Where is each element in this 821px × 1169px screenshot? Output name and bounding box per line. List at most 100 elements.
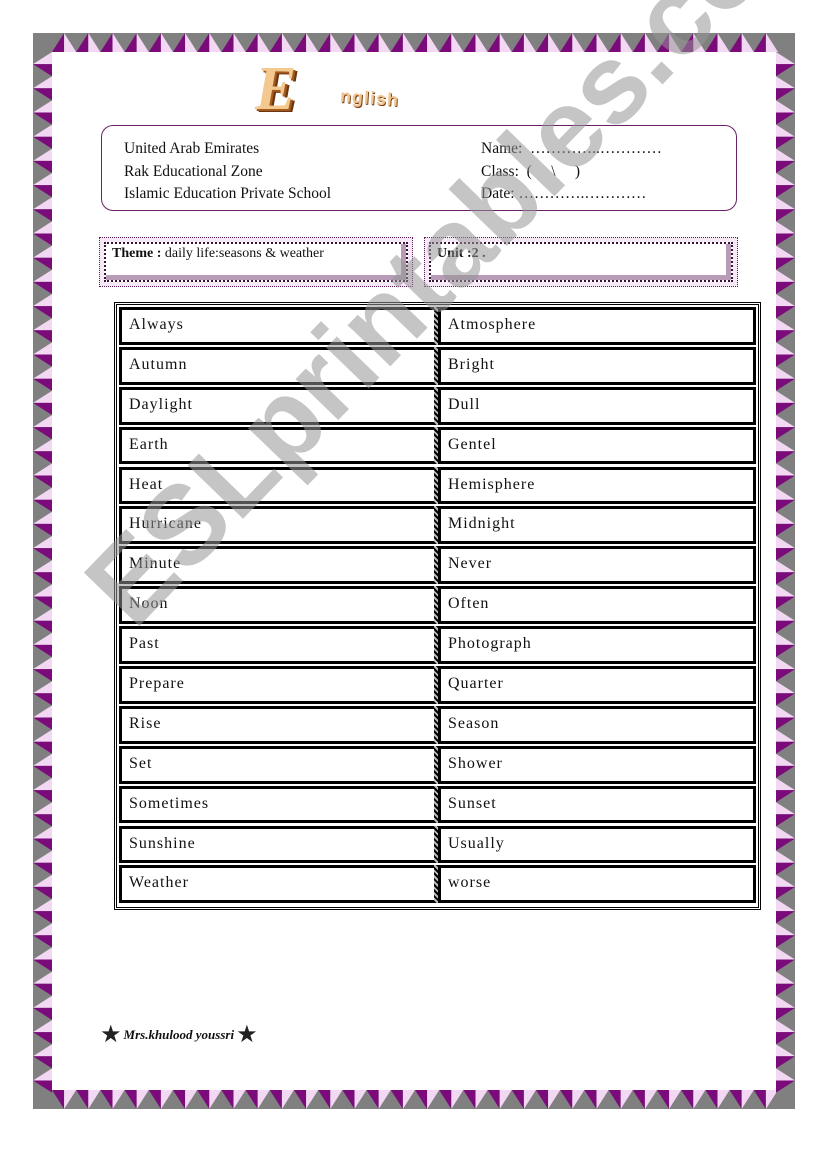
border-triangle bbox=[33, 52, 52, 65]
school-zone: Rak Educational Zone bbox=[124, 162, 263, 180]
border-triangle bbox=[776, 257, 795, 270]
border-triangle bbox=[33, 124, 52, 137]
vocab-word-left: Earth bbox=[119, 426, 434, 465]
decorative-border-left bbox=[33, 52, 52, 1093]
name-field[interactable]: Name: …………..………… bbox=[481, 138, 662, 161]
border-triangle bbox=[33, 536, 52, 549]
border-triangle bbox=[378, 1090, 391, 1109]
border-triangle bbox=[281, 33, 294, 52]
border-triangle bbox=[33, 790, 52, 803]
border-triangle bbox=[620, 1090, 633, 1109]
border-triangle bbox=[644, 33, 657, 52]
border-triangle bbox=[136, 1090, 149, 1109]
border-triangle bbox=[776, 100, 795, 113]
border-triangle bbox=[33, 378, 52, 391]
border-triangle bbox=[33, 644, 52, 657]
border-triangle bbox=[499, 1090, 512, 1109]
border-triangle bbox=[33, 76, 52, 89]
border-triangle bbox=[33, 257, 52, 270]
border-triangle bbox=[776, 523, 795, 536]
border-triangle bbox=[148, 1090, 161, 1109]
border-triangle bbox=[776, 911, 795, 924]
border-triangle bbox=[33, 185, 52, 198]
vocab-row: Rise Season bbox=[119, 705, 756, 744]
border-triangle bbox=[776, 1068, 795, 1081]
border-triangle bbox=[776, 935, 795, 948]
border-triangle bbox=[776, 499, 795, 512]
border-triangle bbox=[584, 33, 597, 52]
border-triangle bbox=[33, 983, 52, 996]
class-field[interactable]: Class: ( \ ) bbox=[481, 161, 662, 184]
vocab-word-left: Sometimes bbox=[119, 785, 434, 824]
logo-text: nglish bbox=[339, 85, 400, 111]
border-triangle bbox=[776, 281, 795, 294]
border-triangle bbox=[776, 463, 795, 476]
border-triangle bbox=[776, 487, 795, 500]
border-triangle bbox=[33, 572, 52, 585]
decorative-border-top bbox=[52, 33, 778, 52]
border-triangle bbox=[33, 741, 52, 754]
border-triangle bbox=[33, 1044, 52, 1057]
border-triangle bbox=[776, 294, 795, 307]
border-triangle bbox=[693, 1090, 706, 1109]
border-triangle bbox=[776, 741, 795, 754]
border-triangle bbox=[33, 269, 52, 282]
border-triangle bbox=[33, 947, 52, 960]
border-triangle bbox=[451, 1090, 464, 1109]
border-triangle bbox=[776, 669, 795, 682]
border-triangle bbox=[776, 983, 795, 996]
vocab-word-left: Prepare bbox=[119, 666, 434, 704]
border-triangle bbox=[33, 245, 52, 258]
border-triangle bbox=[776, 88, 795, 101]
border-triangle bbox=[693, 33, 706, 52]
vocab-word-right: Never bbox=[438, 546, 756, 585]
border-triangle bbox=[33, 354, 52, 367]
border-triangle bbox=[33, 281, 52, 294]
border-triangle bbox=[33, 862, 52, 875]
border-triangle bbox=[33, 221, 52, 234]
border-triangle bbox=[776, 185, 795, 198]
border-triangle bbox=[330, 33, 343, 52]
vocab-word-right: Atmosphere bbox=[438, 307, 756, 345]
border-triangle bbox=[776, 850, 795, 863]
border-triangle bbox=[776, 245, 795, 258]
border-triangle bbox=[33, 487, 52, 500]
border-triangle bbox=[33, 1007, 52, 1020]
border-triangle bbox=[753, 33, 766, 52]
border-triangle bbox=[776, 306, 795, 319]
border-triangle bbox=[776, 197, 795, 210]
border-triangle bbox=[632, 1090, 645, 1109]
border-triangle bbox=[124, 1090, 137, 1109]
vocab-word-right: Quarter bbox=[438, 666, 756, 704]
date-field[interactable]: Date: ………….………… bbox=[481, 183, 662, 206]
border-triangle bbox=[776, 790, 795, 803]
border-triangle bbox=[548, 1090, 561, 1109]
border-triangle bbox=[776, 148, 795, 161]
border-triangle bbox=[64, 1090, 77, 1109]
border-triangle bbox=[776, 620, 795, 633]
border-triangle bbox=[776, 862, 795, 875]
border-triangle bbox=[33, 778, 52, 791]
border-triangle bbox=[776, 354, 795, 367]
vocab-word-right: Often bbox=[438, 586, 756, 625]
border-triangle bbox=[33, 366, 52, 379]
border-triangle bbox=[257, 33, 270, 52]
theme-value: daily life:seasons & weather bbox=[164, 246, 324, 261]
border-triangle bbox=[33, 899, 52, 912]
border-triangle bbox=[776, 681, 795, 694]
border-triangle bbox=[294, 1090, 307, 1109]
border-triangle bbox=[33, 523, 52, 536]
border-triangle bbox=[584, 1090, 597, 1109]
border-triangle bbox=[776, 838, 795, 851]
border-triangle bbox=[33, 693, 52, 706]
border-triangle bbox=[33, 874, 52, 887]
border-triangle bbox=[76, 1090, 89, 1109]
border-triangle bbox=[705, 1090, 718, 1109]
border-triangle bbox=[776, 778, 795, 791]
border-triangle bbox=[33, 826, 52, 839]
border-triangle bbox=[33, 511, 52, 524]
border-triangle bbox=[88, 1090, 101, 1109]
border-triangle bbox=[776, 330, 795, 343]
vocab-word-right: Shower bbox=[438, 745, 756, 784]
border-triangle bbox=[136, 33, 149, 52]
